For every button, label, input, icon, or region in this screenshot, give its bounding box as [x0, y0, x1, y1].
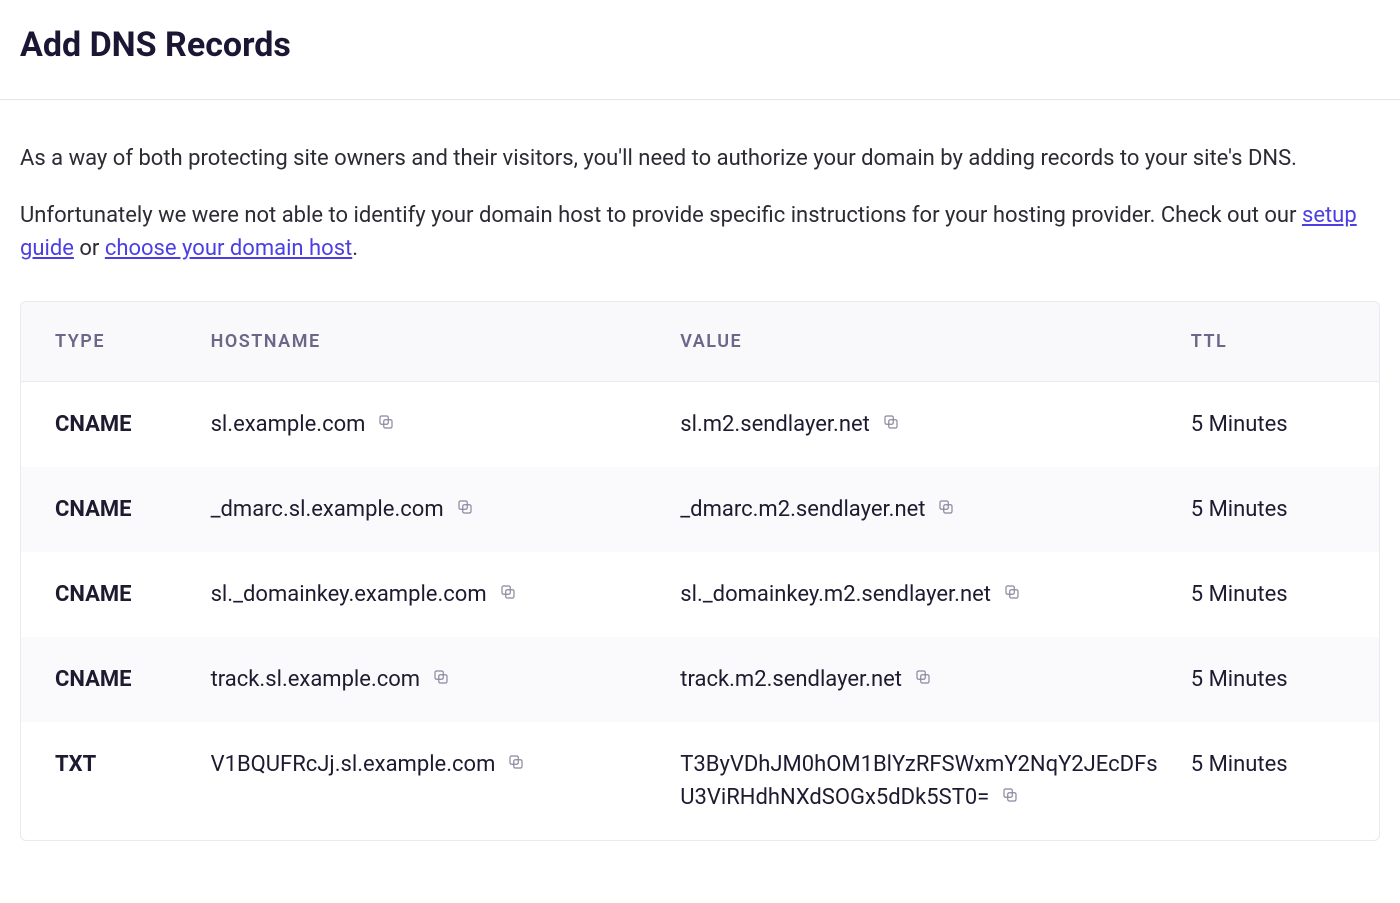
dns-records-table: TYPE HOSTNAME VALUE TTL CNAME sl.example.… [21, 302, 1379, 840]
copy-icon [914, 668, 932, 689]
copy-hostname-button[interactable] [505, 752, 527, 774]
record-hostname-cell: sl._domainkey.example.com [195, 552, 665, 637]
intro-text-before-links: Unfortunately we were not able to identi… [20, 203, 1302, 228]
intro-paragraph-1: As a way of both protecting site owners … [20, 142, 1380, 175]
col-header-hostname: HOSTNAME [195, 302, 665, 382]
record-value: T3ByVDhJM0hOM1BlYzRFSWxmY2NqY2JEcDFsU3Vi… [680, 752, 1157, 810]
record-hostname: sl._domainkey.example.com [211, 582, 487, 607]
record-hostname-cell: sl.example.com [195, 382, 665, 468]
copy-icon [1003, 583, 1021, 604]
intro-text-between-links: or [74, 236, 105, 261]
table-row: CNAME sl._domainkey.example.com sl._domain… [21, 552, 1379, 637]
record-type: CNAME [21, 382, 195, 468]
copy-value-button[interactable] [935, 497, 957, 519]
copy-icon [432, 668, 450, 689]
choose-domain-host-link[interactable]: choose your domain host [105, 236, 352, 261]
record-type: CNAME [21, 552, 195, 637]
record-type: CNAME [21, 637, 195, 722]
record-hostname-cell: _dmarc.sl.example.com [195, 467, 665, 552]
record-ttl: 5 Minutes [1175, 722, 1379, 840]
dns-records-table-wrap: TYPE HOSTNAME VALUE TTL CNAME sl.example.… [20, 301, 1380, 841]
record-value-cell: T3ByVDhJM0hOM1BlYzRFSWxmY2NqY2JEcDFsU3Vi… [664, 722, 1175, 840]
copy-hostname-button[interactable] [497, 582, 519, 604]
table-row: CNAME sl.example.com sl.m2.sendlayer.net 5 … [21, 382, 1379, 468]
table-row: CNAME _dmarc.sl.example.com _dmarc.m2.send… [21, 467, 1379, 552]
copy-hostname-button[interactable] [375, 412, 397, 434]
record-value-cell: sl.m2.sendlayer.net [664, 382, 1175, 468]
record-ttl: 5 Minutes [1175, 637, 1379, 722]
record-hostname: track.sl.example.com [211, 667, 421, 692]
record-hostname: sl.example.com [211, 412, 366, 437]
intro-text-after-links: . [352, 236, 358, 261]
record-value: sl._domainkey.m2.sendlayer.net [680, 582, 991, 607]
record-ttl: 5 Minutes [1175, 467, 1379, 552]
record-ttl: 5 Minutes [1175, 552, 1379, 637]
col-header-type: TYPE [21, 302, 195, 382]
copy-value-button[interactable] [912, 667, 934, 689]
record-value-cell: track.m2.sendlayer.net [664, 637, 1175, 722]
record-value: track.m2.sendlayer.net [680, 667, 902, 692]
copy-icon [937, 498, 955, 519]
copy-hostname-button[interactable] [430, 667, 452, 689]
record-hostname: _dmarc.sl.example.com [211, 497, 444, 522]
record-ttl: 5 Minutes [1175, 382, 1379, 468]
copy-value-button[interactable] [999, 785, 1021, 807]
copy-value-button[interactable] [880, 412, 902, 434]
copy-value-button[interactable] [1001, 582, 1023, 604]
record-type: TXT [21, 722, 195, 840]
intro-paragraph-2: Unfortunately we were not able to identi… [20, 199, 1380, 265]
record-hostname: V1BQUFRcJj.sl.example.com [211, 752, 496, 777]
record-hostname-cell: V1BQUFRcJj.sl.example.com [195, 722, 665, 840]
record-value: sl.m2.sendlayer.net [680, 412, 870, 437]
copy-icon [456, 498, 474, 519]
col-header-value: VALUE [664, 302, 1175, 382]
table-header-row: TYPE HOSTNAME VALUE TTL [21, 302, 1379, 382]
page-title: Add DNS Records [20, 20, 1380, 71]
divider [0, 99, 1400, 100]
copy-icon [1001, 786, 1019, 807]
table-row: CNAME track.sl.example.com track.m2.sendla… [21, 637, 1379, 722]
copy-icon [882, 413, 900, 434]
record-value-cell: _dmarc.m2.sendlayer.net [664, 467, 1175, 552]
table-row: TXT V1BQUFRcJj.sl.example.com T3ByVDhJM0hO… [21, 722, 1379, 840]
copy-icon [507, 753, 525, 774]
record-type: CNAME [21, 467, 195, 552]
record-hostname-cell: track.sl.example.com [195, 637, 665, 722]
record-value-cell: sl._domainkey.m2.sendlayer.net [664, 552, 1175, 637]
copy-icon [499, 583, 517, 604]
copy-icon [377, 413, 395, 434]
record-value: _dmarc.m2.sendlayer.net [680, 497, 925, 522]
col-header-ttl: TTL [1175, 302, 1379, 382]
copy-hostname-button[interactable] [454, 497, 476, 519]
dns-records-page: Add DNS Records As a way of both protect… [0, 0, 1400, 841]
